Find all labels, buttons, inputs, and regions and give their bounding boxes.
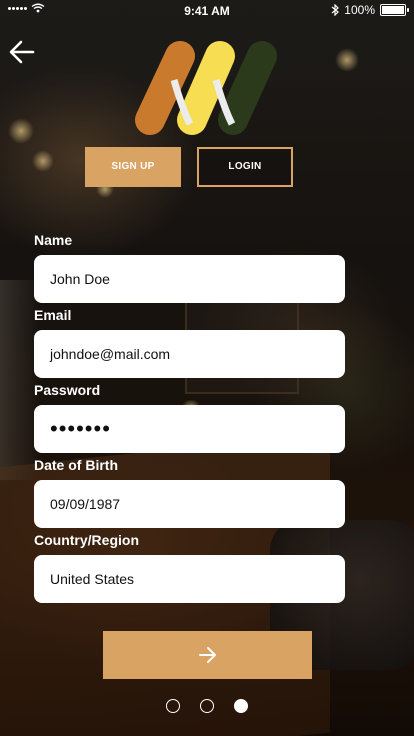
- page-indicator: [0, 699, 414, 713]
- page-dot-2[interactable]: [200, 699, 214, 713]
- battery-percent: 100%: [344, 3, 375, 17]
- tab-login[interactable]: LOGIN: [197, 147, 293, 187]
- page-dot-3[interactable]: [234, 699, 248, 713]
- name-label: Name: [34, 232, 73, 248]
- next-button[interactable]: [103, 631, 312, 679]
- email-label: Email: [34, 307, 72, 323]
- password-field[interactable]: •••••••: [34, 405, 345, 453]
- arrow-right-icon: [198, 647, 216, 663]
- password-label: Password: [34, 382, 101, 398]
- page-dot-1[interactable]: [166, 699, 180, 713]
- country-label: Country/Region: [34, 532, 139, 548]
- dob-label: Date of Birth: [34, 457, 118, 473]
- status-bar: 9:41 AM 100%: [0, 0, 414, 20]
- battery-icon: [380, 4, 409, 16]
- name-field[interactable]: John Doe: [34, 255, 345, 303]
- bluetooth-icon: [331, 4, 340, 16]
- arrow-left-icon: [9, 40, 35, 64]
- tab-sign-up[interactable]: SIGN UP: [85, 147, 181, 187]
- email-field[interactable]: johndoe@mail.com: [34, 330, 345, 378]
- back-button[interactable]: [8, 38, 36, 66]
- country-field[interactable]: United States: [34, 555, 345, 603]
- dob-field[interactable]: 09/09/1987: [34, 480, 345, 528]
- brand-logo: [135, 41, 277, 135]
